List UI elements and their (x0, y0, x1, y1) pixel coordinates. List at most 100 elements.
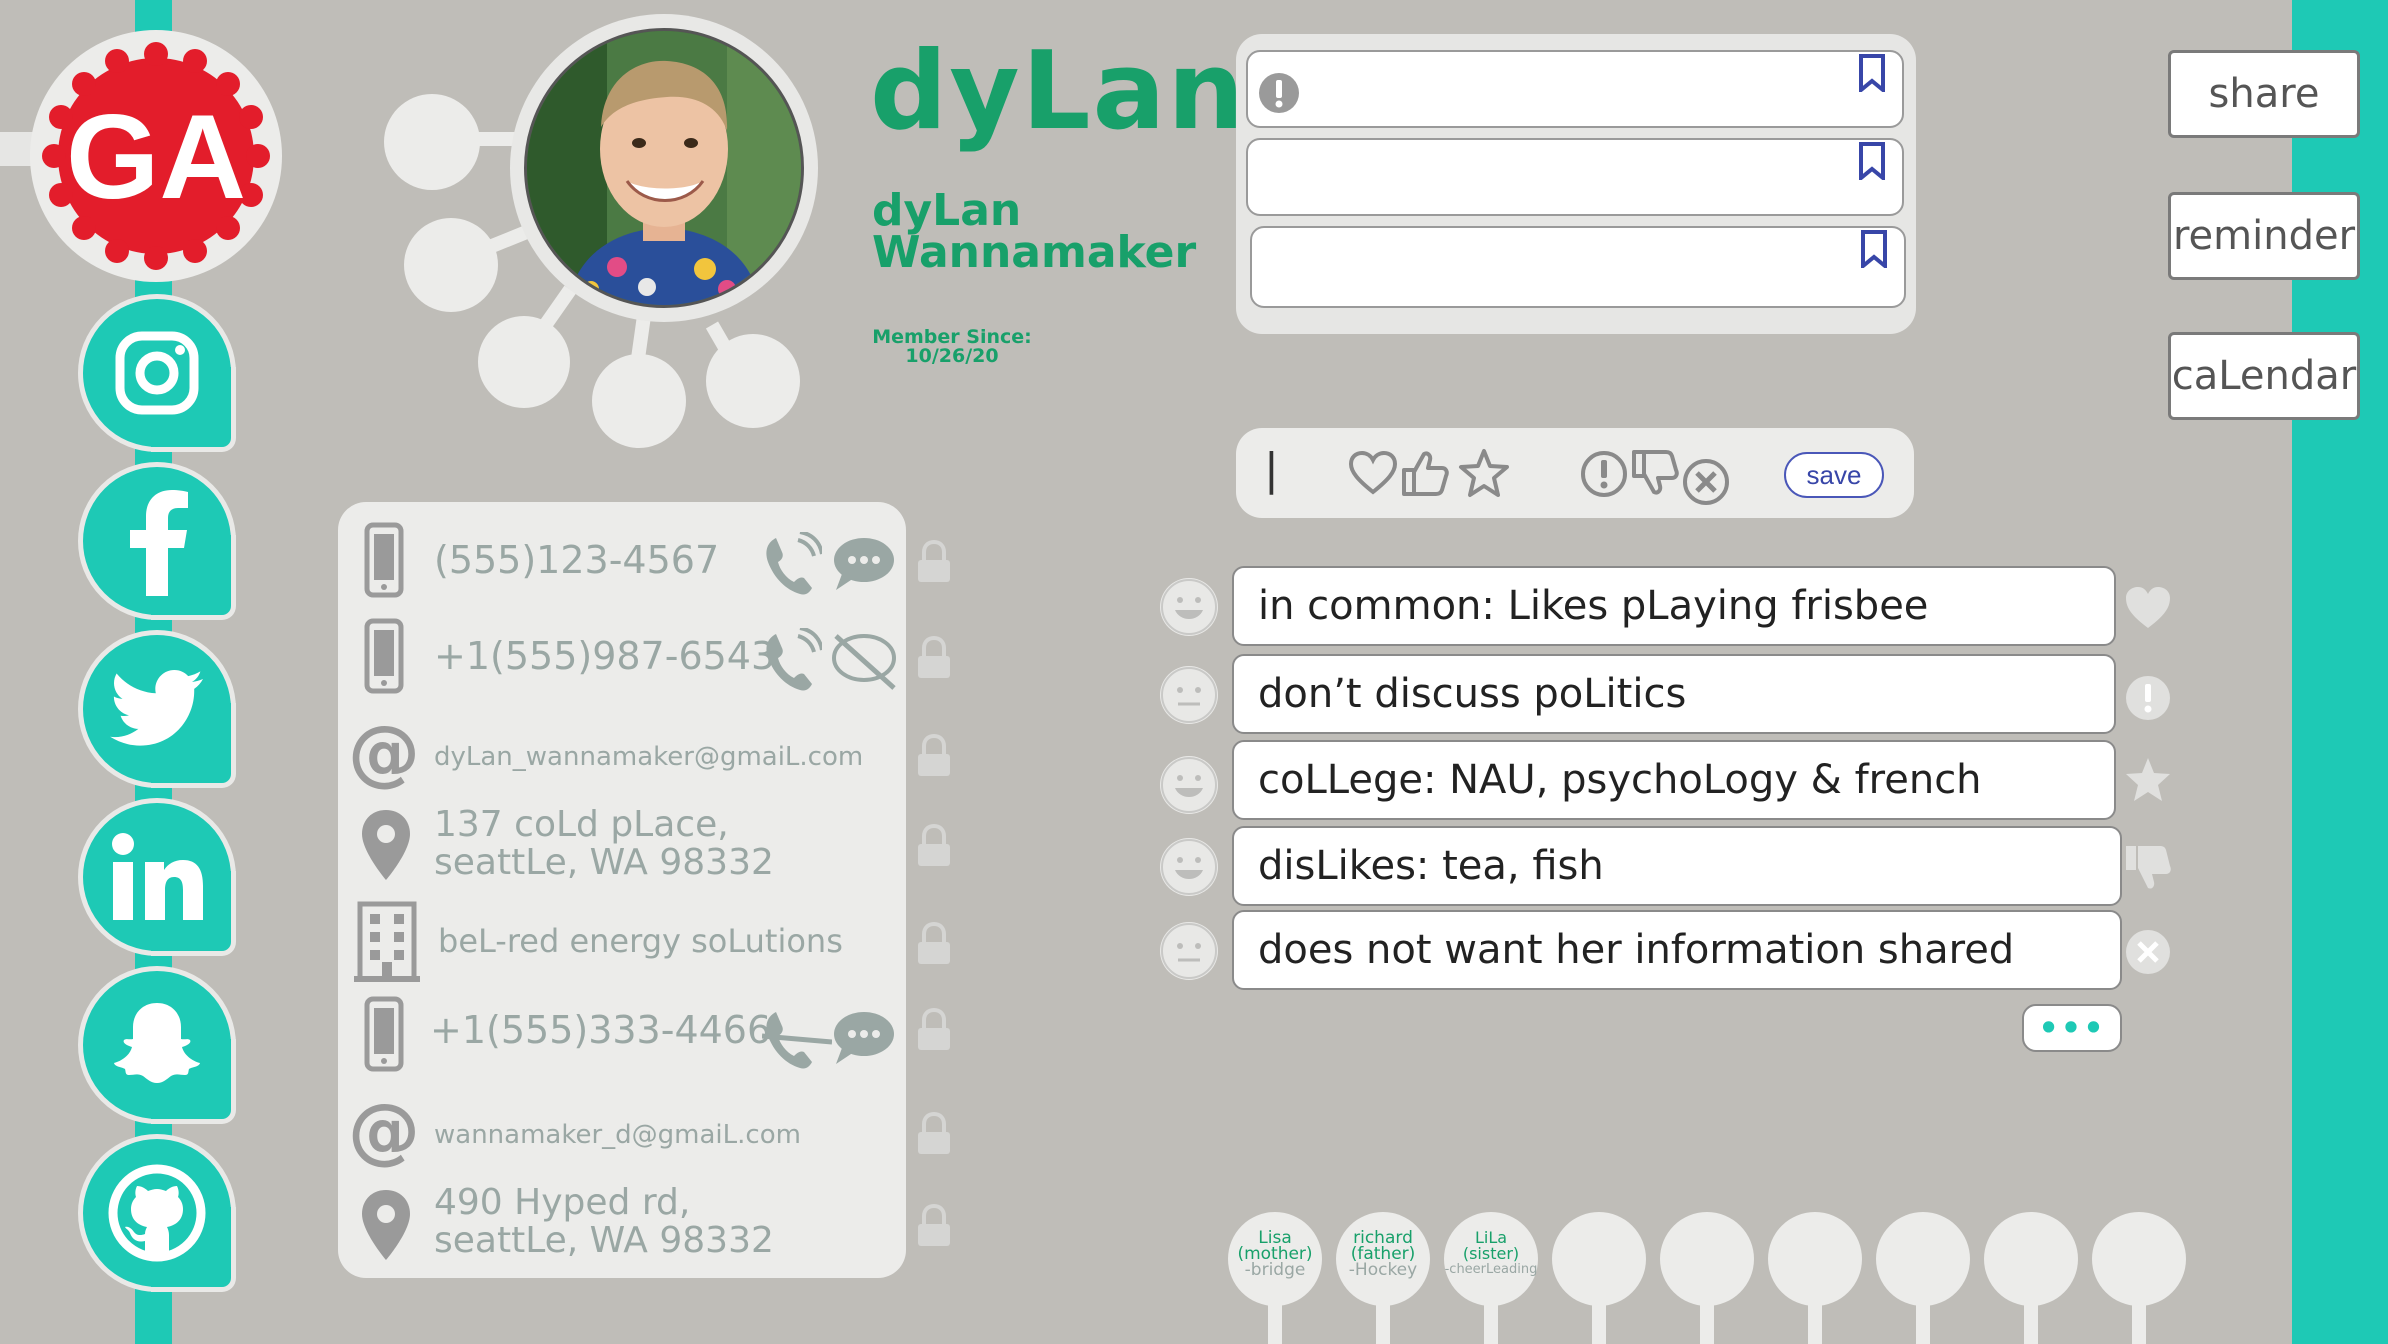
share-button[interactable]: share (2168, 50, 2360, 138)
relation-stem (2132, 1300, 2146, 1344)
address-line-2: seattLe, WA 98332 (434, 1220, 774, 1261)
fact-item[interactable]: don’t discuss poLitics (1232, 654, 2116, 734)
fact-item[interactable]: coLLege: NAU, psychoLogy & french (1232, 740, 2116, 820)
relation-circle-empty[interactable] (1552, 1212, 1646, 1306)
reminder-button[interactable]: reminder (2168, 192, 2360, 280)
thumbs-down-icon[interactable] (1630, 448, 1680, 498)
contact-row-email[interactable]: @ dyLan_wannamaker@gmaiL.com (338, 710, 958, 794)
message-icon[interactable] (832, 536, 896, 592)
github-icon (108, 1164, 206, 1262)
contact-row-email[interactable]: @ wannamaker_d@gmaiL.com (338, 1088, 958, 1172)
note-field[interactable] (1246, 138, 1904, 216)
note-field[interactable] (1250, 226, 1906, 308)
phone-icon (364, 522, 404, 598)
call-blocked-icon[interactable] (762, 1002, 832, 1074)
facebook-icon (130, 490, 188, 596)
network-node[interactable] (384, 94, 480, 190)
member-since: Member Since: 10/26/20 (872, 328, 1032, 366)
lock-icon[interactable] (916, 1204, 952, 1248)
relation-stem (1808, 1300, 1822, 1344)
instagram-icon (115, 331, 199, 415)
neutral-face-icon[interactable] (1160, 666, 1218, 724)
contact-row-company[interactable]: beL-red energy soLutions (338, 900, 958, 984)
lock-icon[interactable] (916, 922, 952, 966)
lock-icon[interactable] (916, 540, 952, 584)
x-circle-icon[interactable] (2124, 928, 2172, 976)
alert-icon[interactable] (2124, 674, 2172, 722)
star-icon[interactable] (2124, 756, 2172, 804)
building-icon (354, 901, 420, 982)
notes-panel (1236, 34, 1916, 334)
neutral-face-icon[interactable] (1160, 922, 1218, 980)
fact-item[interactable]: in common: Likes pLaying frisbee (1232, 566, 2116, 646)
bookmark-icon[interactable] (1858, 142, 1886, 180)
contact-row-phone[interactable]: +1(555)987-6543 (338, 618, 958, 698)
snapchat-link[interactable] (78, 966, 236, 1124)
company-name: beL-red energy soLutions (438, 922, 843, 960)
network-node[interactable] (592, 354, 686, 448)
relation-circle[interactable]: richard (father) -Hockey (1336, 1212, 1430, 1306)
heart-icon[interactable] (2124, 584, 2172, 632)
contact-row-address[interactable]: 137 coLd pLace, seattLe, WA 98332 (338, 802, 958, 888)
relation-stem (1268, 1300, 1282, 1344)
bookmark-icon[interactable] (1860, 230, 1888, 268)
profile-full-name: dyLan Wannamaker (872, 185, 1197, 278)
alert-icon[interactable] (1580, 450, 1628, 498)
contact-row-phone[interactable]: (555)123-4567 (338, 522, 958, 602)
email-address: wannamaker_d@gmaiL.com (434, 1120, 801, 1150)
smile-face-icon[interactable] (1160, 578, 1218, 636)
relation-circle-empty[interactable] (1660, 1212, 1754, 1306)
linkedin-link[interactable] (78, 798, 236, 956)
fact-item[interactable]: does not want her information shared (1232, 910, 2122, 990)
contact-row-phone[interactable]: +1(555)333-4466 (338, 996, 958, 1076)
network-node[interactable] (478, 316, 570, 408)
heart-icon[interactable] (1348, 450, 1398, 496)
lock-icon[interactable] (916, 734, 952, 778)
x-circle-icon[interactable] (1682, 458, 1730, 506)
relation-circle-empty[interactable] (1876, 1212, 1970, 1306)
first-name: dyLan (872, 185, 1022, 236)
location-pin-icon (362, 810, 410, 880)
note-field[interactable] (1246, 50, 1904, 128)
relation-circle-empty[interactable] (1984, 1212, 2078, 1306)
ga-logo[interactable]: GA (28, 28, 284, 284)
address: 137 coLd pLace, seattLe, WA 98332 (434, 806, 774, 882)
lock-icon[interactable] (916, 1008, 952, 1052)
twitter-link[interactable] (78, 630, 236, 788)
contact-row-address[interactable]: 490 Hyped rd, seattLe, WA 98332 (338, 1182, 958, 1268)
network-node[interactable] (706, 334, 800, 428)
lock-icon[interactable] (916, 636, 952, 680)
star-icon[interactable] (1458, 448, 1510, 498)
thumbs-up-icon[interactable] (1400, 448, 1450, 498)
call-icon[interactable] (762, 628, 822, 692)
relation-stem (2024, 1300, 2038, 1344)
smile-face-icon[interactable] (1160, 756, 1218, 814)
avatar[interactable] (524, 28, 804, 308)
smile-face-icon[interactable] (1160, 838, 1218, 896)
more-button[interactable]: ••• (2022, 1004, 2122, 1052)
github-link[interactable] (78, 1134, 236, 1292)
relation-circle-empty[interactable] (2092, 1212, 2186, 1306)
bookmark-icon[interactable] (1858, 54, 1886, 92)
relation-circle[interactable]: Lisa (mother) -bridge (1228, 1212, 1322, 1306)
calendar-button[interactable]: caLendar (2168, 332, 2360, 420)
thumbs-down-icon[interactable] (2124, 844, 2172, 892)
message-icon[interactable] (832, 1010, 896, 1066)
save-button[interactable]: save (1784, 452, 1884, 498)
fact-item[interactable]: disLikes: tea, fish (1232, 826, 2122, 906)
address-line-1: 490 Hyped rd, (434, 1182, 691, 1223)
lock-icon[interactable] (916, 824, 952, 868)
call-icon[interactable] (762, 532, 822, 596)
phone-icon (364, 996, 404, 1072)
facebook-link[interactable] (78, 462, 236, 620)
lock-icon[interactable] (916, 1112, 952, 1156)
email-icon: @ (348, 1088, 420, 1172)
relation-note: -Hockey (1348, 1260, 1418, 1280)
message-muted-icon[interactable] (832, 632, 898, 692)
relation-circle[interactable]: LiLa (sister) -cheerLeading (1444, 1212, 1538, 1306)
relation-role: (sister) (1462, 1244, 1520, 1263)
instagram-link[interactable] (78, 294, 236, 452)
network-node[interactable] (404, 218, 498, 312)
relation-circle-empty[interactable] (1768, 1212, 1862, 1306)
last-name: Wannamaker (872, 227, 1197, 278)
